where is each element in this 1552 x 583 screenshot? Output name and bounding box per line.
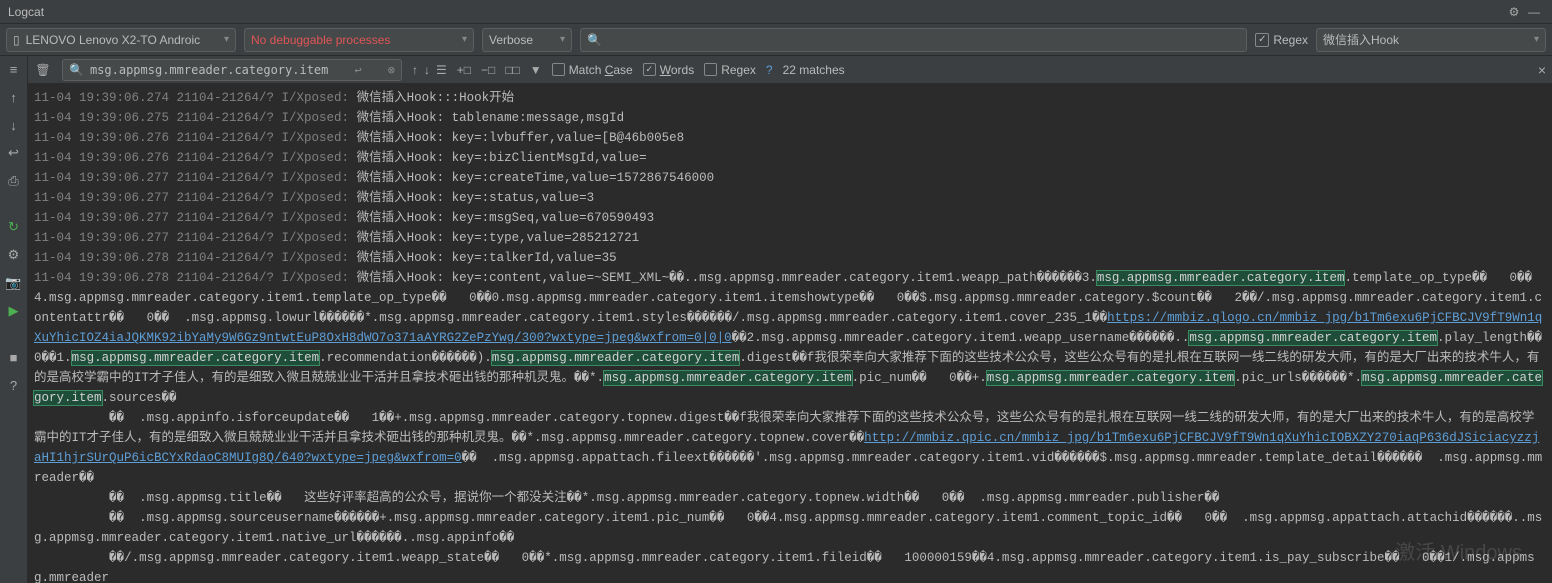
gear-icon[interactable]: ⚙: [1504, 5, 1524, 19]
soft-wrap-icon[interactable]: ↩: [5, 144, 23, 162]
log-line: 11-04 19:39:06.276 21104-21264/? I/Xpose…: [34, 148, 1546, 168]
loglevel-label: Verbose: [489, 33, 533, 47]
history-icon[interactable]: ↩: [354, 63, 361, 77]
search-icon: 🔍: [587, 33, 602, 47]
process-select[interactable]: No debuggable processes ▾: [244, 28, 474, 52]
device-select[interactable]: ▯ LENOVO Lenovo X2-TO Androic ▾: [6, 28, 236, 52]
screenshot-icon[interactable]: 📷: [5, 274, 23, 292]
settings-icon[interactable]: ⚙: [5, 246, 23, 264]
print-icon[interactable]: ⎙: [5, 172, 23, 190]
device-label: LENOVO Lenovo X2-TO Androic: [26, 33, 201, 47]
log-line: 11-04 19:39:06.278 21104-21264/? I/Xpose…: [34, 268, 1546, 583]
log-line: 11-04 19:39:06.275 21104-21264/? I/Xpose…: [34, 108, 1546, 128]
scroll-to-end-icon[interactable]: ≡: [5, 60, 23, 78]
help-icon[interactable]: ?: [5, 376, 23, 394]
checkbox-icon: [704, 63, 717, 76]
restart-icon[interactable]: ↻: [5, 218, 23, 236]
find-regex-checkbox[interactable]: Regex: [704, 63, 756, 77]
log-line: 11-04 19:39:06.277 21104-21264/? I/Xpose…: [34, 228, 1546, 248]
search-highlight: msg.appmsg.mmreader.category.item: [987, 371, 1235, 385]
search-highlight: msg.appmsg.mmreader.category.item: [1097, 271, 1345, 285]
checkbox-icon: ✓: [1255, 33, 1269, 47]
find-input[interactable]: 🔍 msg.appmsg.mmreader.category.item ↩ ⊗: [62, 59, 402, 81]
match-case-label: Match Case: [569, 63, 633, 77]
log-output[interactable]: 11-04 19:39:06.274 21104-21264/? I/Xpose…: [28, 84, 1552, 583]
help-icon[interactable]: ?: [766, 63, 773, 77]
chevron-down-icon: ▾: [560, 34, 565, 45]
next-match-icon[interactable]: ↓: [424, 63, 430, 77]
loglevel-select[interactable]: Verbose ▾: [482, 28, 572, 52]
search-highlight: msg.appmsg.mmreader.category.item: [1189, 331, 1437, 345]
match-count: 22 matches: [783, 63, 845, 77]
clear-input-icon[interactable]: ⊗: [388, 63, 395, 77]
find-regex-label: Regex: [721, 63, 756, 77]
remove-selection-icon[interactable]: −□: [481, 63, 495, 77]
chevron-down-icon: ▾: [224, 34, 229, 45]
log-line: 11-04 19:39:06.277 21104-21264/? I/Xpose…: [34, 188, 1546, 208]
clear-icon[interactable]: 🗑: [34, 63, 52, 77]
chevron-down-icon: ▾: [462, 34, 467, 45]
checkbox-icon: [552, 63, 565, 76]
log-line: 11-04 19:39:06.277 21104-21264/? I/Xpose…: [34, 208, 1546, 228]
down-arrow-icon[interactable]: ↓: [5, 116, 23, 134]
regex-checkbox[interactable]: ✓ Regex: [1255, 33, 1308, 47]
filter-select[interactable]: 微信插入Hook ▾: [1316, 28, 1546, 52]
up-arrow-icon[interactable]: ↑: [5, 88, 23, 106]
log-line: 11-04 19:39:06.276 21104-21264/? I/Xpose…: [34, 128, 1546, 148]
search-icon: 🔍: [69, 63, 84, 77]
checkbox-icon: ✓: [643, 63, 656, 76]
filter-icon[interactable]: ▼: [530, 63, 542, 77]
select-all-icon[interactable]: □□: [505, 63, 520, 77]
chevron-down-icon: ▾: [1534, 34, 1539, 45]
log-line: 11-04 19:39:06.277 21104-21264/? I/Xpose…: [34, 168, 1546, 188]
words-label: Words: [660, 63, 694, 77]
find-query: msg.appmsg.mmreader.category.item: [90, 63, 328, 77]
regex-label: Regex: [1273, 33, 1308, 47]
process-label: No debuggable processes: [251, 33, 390, 47]
close-findbar-icon[interactable]: ×: [1538, 62, 1546, 78]
log-line: 11-04 19:39:06.278 21104-21264/? I/Xpose…: [34, 248, 1546, 268]
search-highlight: msg.appmsg.mmreader.category.item: [492, 351, 740, 365]
search-highlight: msg.appmsg.mmreader.category.item: [72, 351, 320, 365]
window-title: Logcat: [8, 5, 1504, 19]
filter-results-icon[interactable]: ☰: [436, 63, 447, 77]
url-link[interactable]: http://mmbiz.qpic.cn/mmbiz_jpg/b1Tm6exu6…: [34, 431, 1539, 465]
prev-match-icon[interactable]: ↑: [412, 63, 418, 77]
log-search-input[interactable]: 🔍: [580, 28, 1247, 52]
match-case-checkbox[interactable]: Match Case: [552, 63, 633, 77]
terminate-icon[interactable]: ■: [5, 348, 23, 366]
record-icon[interactable]: ▶: [5, 302, 23, 320]
words-checkbox[interactable]: ✓ Words: [643, 63, 694, 77]
filter-label: 微信插入Hook: [1323, 31, 1399, 48]
add-selection-icon[interactable]: +□: [457, 63, 471, 77]
minimize-icon[interactable]: —: [1524, 5, 1544, 19]
mobile-icon: ▯: [13, 33, 20, 47]
search-highlight: msg.appmsg.mmreader.category.item: [604, 371, 852, 385]
log-line: 11-04 19:39:06.274 21104-21264/? I/Xpose…: [34, 88, 1546, 108]
